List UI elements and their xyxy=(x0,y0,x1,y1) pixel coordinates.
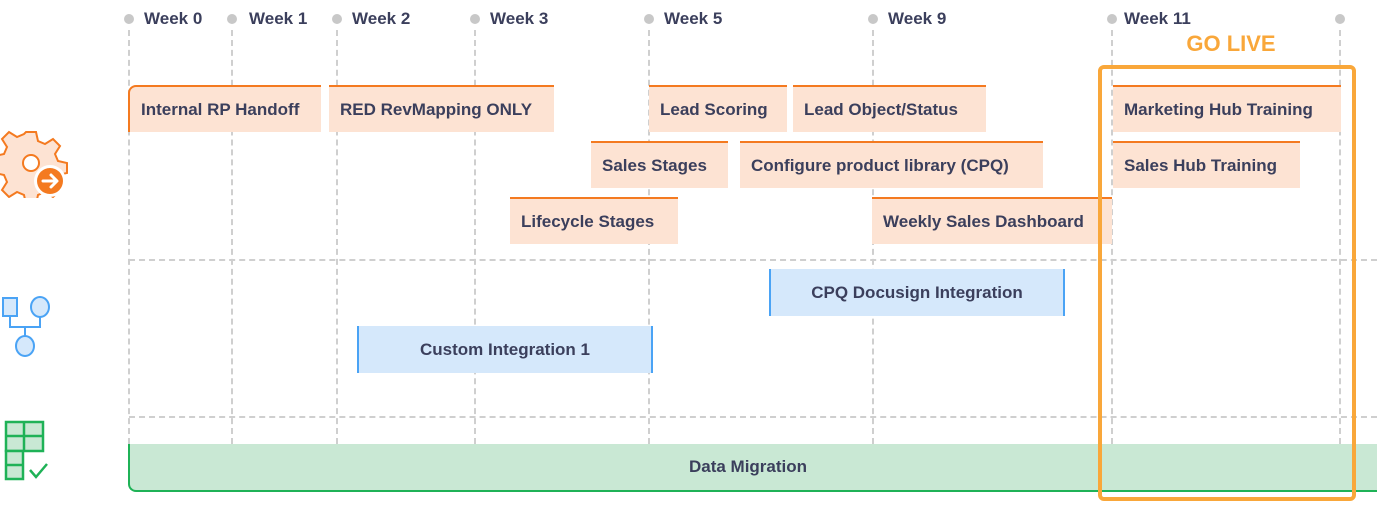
week-label: Week 5 xyxy=(664,9,723,28)
week-label: Week 1 xyxy=(249,9,308,28)
task-bar[interactable]: Weekly Sales Dashboard xyxy=(872,197,1112,244)
task-bar[interactable]: Sales Stages xyxy=(591,141,728,188)
week-marker xyxy=(332,14,342,24)
task-bar[interactable]: RED RevMapping ONLY xyxy=(329,85,554,132)
integration-nodes-icon xyxy=(2,296,50,357)
task-bar[interactable]: Custom Integration 1 xyxy=(357,326,653,373)
task-label: Data Migration xyxy=(688,457,808,476)
week-marker xyxy=(1107,14,1117,24)
week-label: Week 2 xyxy=(352,9,411,28)
week-marker xyxy=(1335,14,1345,24)
week-label: Week 9 xyxy=(888,9,947,28)
week-label: Week 0 xyxy=(144,9,203,28)
week-label: Week 11 xyxy=(1124,9,1191,28)
week-marker xyxy=(868,14,878,24)
task-bar[interactable]: Lead Object/Status xyxy=(793,85,986,132)
week-marker xyxy=(470,14,480,24)
task-bar[interactable]: Configure product library (CPQ) xyxy=(740,141,1043,188)
week-marker xyxy=(124,14,134,24)
week-marker xyxy=(644,14,654,24)
timeline-diagram: Week 0 Week 1 Week 2 Week 3 Week 5 Week … xyxy=(0,0,1377,506)
task-bar[interactable]: Lead Scoring xyxy=(649,85,787,132)
go-live-highlight xyxy=(1098,65,1356,501)
gear-arrow-icon xyxy=(0,130,68,198)
task-bar[interactable]: CPQ Docusign Integration xyxy=(769,269,1065,316)
task-bar[interactable]: Lifecycle Stages xyxy=(510,197,678,244)
week-label: Week 3 xyxy=(490,9,549,28)
go-live-label: GO LIVE xyxy=(1186,31,1276,56)
week-marker xyxy=(227,14,237,24)
table-check-icon xyxy=(4,420,48,481)
task-bar[interactable]: Internal RP Handoff xyxy=(128,85,321,132)
